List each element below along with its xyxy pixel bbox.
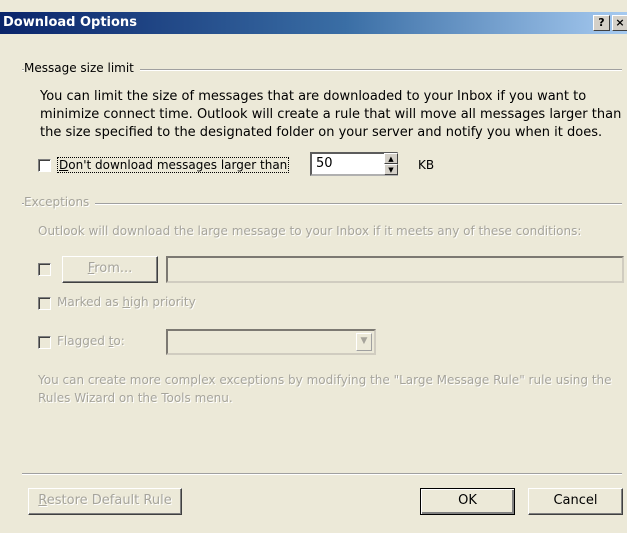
- size-limit-checkbox[interactable]: [38, 159, 51, 172]
- restore-button-rest: estore Default Rule: [46, 493, 172, 508]
- size-unit-label: KB: [418, 158, 435, 172]
- from-checkbox[interactable]: [38, 263, 51, 276]
- cancel-button[interactable]: Cancel: [528, 488, 623, 515]
- flagged-label-post: o:: [113, 334, 125, 348]
- flagged-label[interactable]: Flagged to:: [57, 334, 125, 348]
- size-limit-label-rest: on't download messages larger than: [68, 158, 288, 172]
- high-priority-checkbox[interactable]: [38, 297, 51, 310]
- size-limit-spinner[interactable]: ▲ ▼: [384, 153, 398, 175]
- title-bar[interactable]: Download Options ? ×: [0, 12, 627, 34]
- spin-down-icon[interactable]: ▼: [384, 164, 398, 175]
- flagged-dropdown[interactable]: ▼: [166, 329, 376, 355]
- restore-button-accel: R: [38, 493, 47, 508]
- window-title: Download Options: [3, 15, 137, 30]
- spin-up-icon[interactable]: ▲: [384, 153, 398, 164]
- from-input[interactable]: [166, 256, 624, 283]
- size-limit-group-label: Message size limit: [24, 61, 140, 75]
- exceptions-group-line: [22, 203, 622, 205]
- high-priority-label-post: igh priority: [130, 295, 196, 309]
- high-priority-label-pre: Marked as: [57, 295, 123, 309]
- flagged-label-pre: Flagged: [57, 334, 109, 348]
- ok-button[interactable]: OK: [420, 488, 515, 515]
- size-limit-checkbox-label[interactable]: Don't download messages larger than: [57, 157, 290, 173]
- download-options-dialog: Download Options ? × Message size limit …: [0, 0, 627, 533]
- from-button-rest: rom...: [94, 261, 133, 276]
- exceptions-group-label: Exceptions: [24, 195, 96, 209]
- chevron-down-icon[interactable]: ▼: [356, 333, 372, 351]
- size-limit-description: You can limit the size of messages that …: [40, 89, 622, 140]
- high-priority-label-accel: h: [122, 295, 131, 309]
- exceptions-footer-note: You can create more complex exceptions b…: [38, 373, 612, 405]
- close-button[interactable]: ×: [612, 15, 627, 31]
- flagged-checkbox[interactable]: [38, 336, 51, 349]
- footer-separator: [22, 473, 622, 475]
- high-priority-label[interactable]: Marked as high priority: [57, 295, 196, 309]
- help-button[interactable]: ?: [593, 15, 610, 31]
- size-limit-label-accel: D: [59, 158, 69, 172]
- restore-default-rule-button[interactable]: Restore Default Rule: [28, 488, 182, 515]
- from-button[interactable]: From...: [62, 256, 158, 283]
- exceptions-description: Outlook will download the large message …: [38, 224, 582, 238]
